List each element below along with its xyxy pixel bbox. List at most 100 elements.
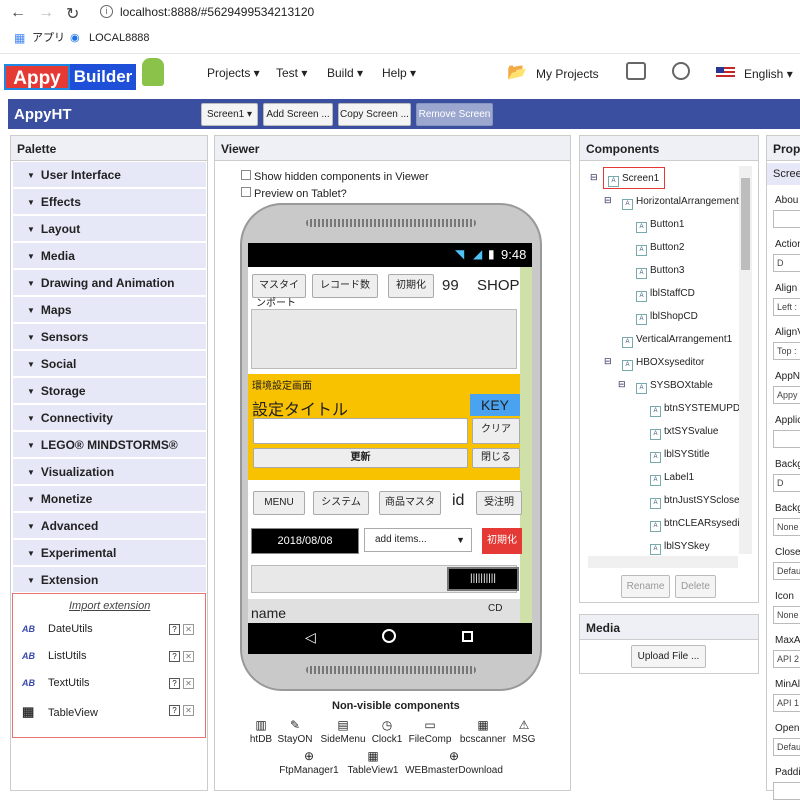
property-value[interactable]: None bbox=[773, 606, 800, 624]
property-value[interactable] bbox=[773, 782, 800, 800]
palette-item[interactable]: ▼ Social bbox=[13, 351, 206, 377]
screen-select[interactable]: Screen1 ▾ bbox=[201, 103, 258, 126]
system-button[interactable]: システム bbox=[313, 491, 369, 515]
tree-node[interactable]: A HorizontalArrangement bbox=[622, 196, 739, 210]
show-hidden-checkbox[interactable] bbox=[241, 170, 251, 180]
gallery-icon[interactable] bbox=[626, 62, 646, 80]
nav-recent-icon[interactable] bbox=[462, 631, 473, 642]
bookmark-apps[interactable]: アプリ bbox=[32, 30, 65, 46]
tree-node[interactable]: A HBOXsyseditor bbox=[622, 357, 704, 371]
extension-item[interactable]: AB ListUtils? ✕ bbox=[22, 650, 194, 668]
scrollbar-thumb[interactable] bbox=[741, 178, 750, 270]
tree-node[interactable]: A Label1 bbox=[650, 472, 694, 486]
palette-item[interactable]: ▼ Storage bbox=[13, 378, 206, 404]
appybuilder-logo[interactable]: Appy Builder bbox=[4, 58, 166, 92]
menu-test[interactable]: Test ▾ bbox=[276, 66, 307, 80]
tree-node[interactable]: A Button2 bbox=[636, 242, 684, 256]
back-icon[interactable]: ← bbox=[10, 4, 26, 22]
folder-icon[interactable]: 📂 bbox=[507, 62, 527, 82]
collapse-icon[interactable]: ⊟ bbox=[604, 195, 612, 206]
tree-node[interactable]: AlblStaffCD bbox=[636, 288, 695, 302]
order-detail-button[interactable]: 受注明 bbox=[476, 491, 522, 515]
remove-icon[interactable]: ✕ bbox=[183, 651, 194, 662]
bookmark-local[interactable]: LOCAL8888 bbox=[89, 30, 150, 46]
remove-icon[interactable]: ✕ bbox=[183, 624, 194, 635]
collapse-icon[interactable]: ⊟ bbox=[590, 172, 598, 183]
add-items-spinner[interactable]: add items... ▼ bbox=[364, 528, 472, 552]
tree-node[interactable]: AlblShopCD bbox=[636, 311, 698, 325]
date-label[interactable]: 2018/08/08 bbox=[251, 528, 359, 554]
tree-node[interactable]: A Button1 bbox=[636, 219, 684, 233]
product-master-button[interactable]: 商品マスタ bbox=[379, 491, 441, 515]
property-value[interactable] bbox=[773, 430, 800, 448]
property-value[interactable]: Appy bbox=[773, 386, 800, 404]
copy-screen-button[interactable]: Copy Screen ... bbox=[338, 103, 411, 126]
palette-item[interactable]: ▼ Visualization bbox=[13, 459, 206, 485]
menu-help[interactable]: Help ▾ bbox=[382, 66, 416, 80]
info-icon[interactable]: i bbox=[100, 5, 113, 18]
barcode-button[interactable]: |||||||||| bbox=[447, 567, 519, 591]
tree-hscrollbar[interactable] bbox=[588, 556, 738, 568]
extension-item[interactable]: AB DateUtils? ✕ bbox=[22, 623, 194, 641]
nonvisible-component[interactable]: ⊕ WEBmasterDownload bbox=[399, 749, 509, 776]
reload-icon[interactable]: ↻ bbox=[66, 4, 79, 24]
collapse-icon[interactable]: ⊟ bbox=[604, 356, 612, 367]
sys-value-textbox[interactable] bbox=[253, 418, 468, 444]
help-icon[interactable]: ? bbox=[169, 651, 180, 662]
nav-back-icon[interactable]: ◁ bbox=[305, 629, 316, 646]
palette-item[interactable]: ▼ Monetize bbox=[13, 486, 206, 512]
property-value[interactable]: Left : bbox=[773, 298, 800, 316]
import-extension-link[interactable]: Import extension bbox=[69, 600, 150, 612]
nonvisible-component[interactable]: ⊕ FtpManager1 bbox=[274, 749, 344, 776]
property-value[interactable]: D bbox=[773, 474, 800, 492]
tree-scrollbar[interactable] bbox=[739, 166, 752, 554]
menu-projects[interactable]: Projects ▾ bbox=[207, 66, 260, 80]
btn-record-count[interactable]: レコード数 bbox=[312, 274, 378, 298]
nonvisible-component[interactable]: ⚠ MSG bbox=[489, 718, 559, 745]
property-value[interactable]: API 1 bbox=[773, 694, 800, 712]
help-icon[interactable]: ? bbox=[169, 705, 180, 716]
tree-node[interactable]: AlblSYStitle bbox=[650, 449, 710, 463]
palette-item[interactable]: ▼ Connectivity bbox=[13, 405, 206, 431]
user-icon[interactable] bbox=[672, 62, 690, 80]
forward-icon[interactable]: → bbox=[38, 4, 54, 22]
clear-button[interactable]: クリア bbox=[472, 418, 520, 444]
apps-grid-icon[interactable]: ▦ bbox=[14, 30, 25, 46]
add-screen-button[interactable]: Add Screen ... bbox=[263, 103, 333, 126]
property-value[interactable] bbox=[773, 210, 800, 228]
menu-build[interactable]: Build ▾ bbox=[327, 66, 363, 80]
tree-node[interactable]: AtxtSYSvalue bbox=[650, 426, 718, 440]
tree-node[interactable]: A SYSBOXtable bbox=[636, 380, 713, 394]
tree-node[interactable]: AlblSYSkey bbox=[650, 541, 710, 555]
my-projects-link[interactable]: My Projects bbox=[536, 67, 599, 81]
palette-item[interactable]: ▼ Effects bbox=[13, 189, 206, 215]
palette-item[interactable]: ▼ Media bbox=[13, 243, 206, 269]
palette-item[interactable]: ▼ Maps bbox=[13, 297, 206, 323]
btn-initialize[interactable]: 初期化 bbox=[388, 274, 434, 298]
property-value[interactable]: Top : bbox=[773, 342, 800, 360]
property-value[interactable]: Defau bbox=[773, 738, 800, 756]
rename-button[interactable]: Rename bbox=[621, 575, 670, 598]
tree-node[interactable]: AbtnJustSYSclose bbox=[650, 495, 740, 509]
menu-button[interactable]: MENU bbox=[253, 491, 305, 515]
remove-screen-button[interactable]: Remove Screen bbox=[416, 103, 493, 126]
palette-item[interactable]: ▼ Experimental bbox=[13, 540, 206, 566]
close-button[interactable]: 閉じる bbox=[472, 448, 520, 468]
extension-item[interactable]: ▦ TableView? ✕ bbox=[22, 704, 194, 722]
address-bar[interactable]: i localhost:8888/#5629499534213120 bbox=[98, 3, 798, 21]
palette-item[interactable]: ▼ Sensors bbox=[13, 324, 206, 350]
tree-node[interactable]: AbtnSYSTEMUPD bbox=[650, 403, 740, 417]
collapse-icon[interactable]: ⊟ bbox=[618, 379, 626, 390]
language-menu[interactable]: English ▾ bbox=[744, 67, 793, 81]
help-icon[interactable]: ? bbox=[169, 678, 180, 689]
palette-item[interactable]: ▼ Advanced bbox=[13, 513, 206, 539]
extension-item[interactable]: AB TextUtils? ✕ bbox=[22, 677, 194, 695]
remove-icon[interactable]: ✕ bbox=[183, 705, 194, 716]
palette-item[interactable]: ▼ Layout bbox=[13, 216, 206, 242]
property-value[interactable]: Defau bbox=[773, 562, 800, 580]
delete-button[interactable]: Delete bbox=[675, 575, 716, 598]
preview-tablet-checkbox[interactable] bbox=[241, 187, 251, 197]
property-value[interactable]: None bbox=[773, 518, 800, 536]
init-red-button[interactable]: 初期化 bbox=[482, 528, 522, 554]
palette-item[interactable]: ▼ Extension bbox=[13, 567, 206, 593]
